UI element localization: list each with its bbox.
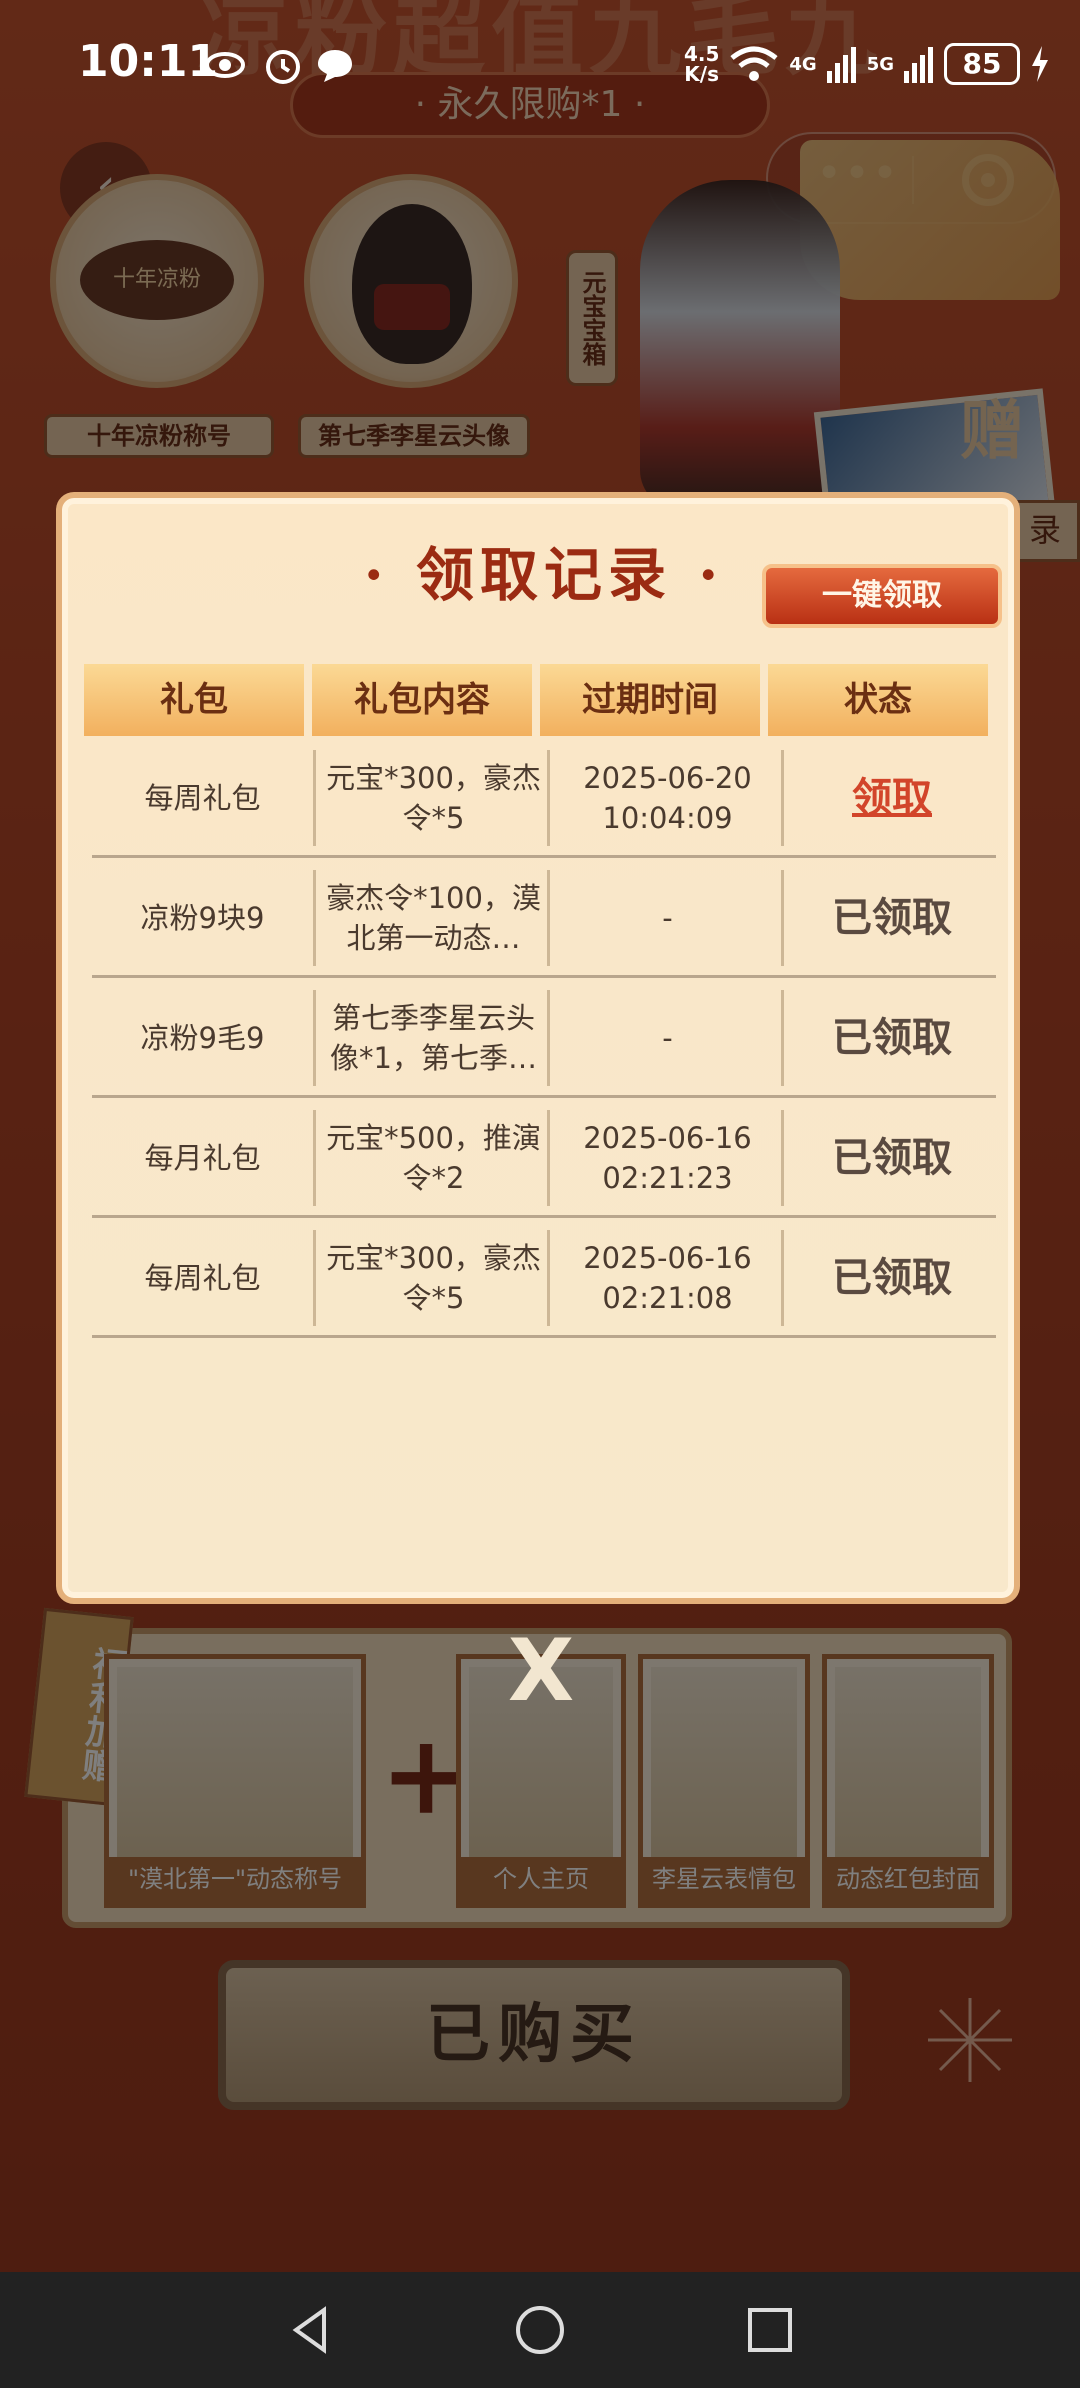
cell-package: 每周礼包 <box>92 1230 316 1326</box>
cell-status: 已领取 <box>788 990 996 1086</box>
column-header-status: 状态 <box>768 664 988 736</box>
speed-unit: K/s <box>684 62 720 86</box>
charging-icon <box>1032 46 1048 82</box>
column-header-expire: 过期时间 <box>540 664 760 736</box>
column-header-package: 礼包 <box>84 664 304 736</box>
claimed-status: 已领取 <box>832 1135 952 1181</box>
table-row: 每周礼包 元宝*300，豪杰令*5 2025-06-20 10:04:09 领取 <box>92 738 996 858</box>
cell-expire: 2025-06-20 10:04:09 <box>554 750 784 846</box>
claim-button[interactable]: 领取 <box>852 778 932 818</box>
cell-package: 每月礼包 <box>92 1110 316 1206</box>
table-row: 每周礼包 元宝*300，豪杰令*5 2025-06-16 02:21:08 已领… <box>92 1218 996 1338</box>
claim-record-modal: · 领取记录 · 一键领取 礼包 礼包内容 过期时间 状态 每周礼包 元宝*30… <box>56 492 1020 1604</box>
content-text: 元宝*300，豪杰令*5 <box>326 1241 541 1315</box>
battery-indicator: 85 <box>944 43 1020 85</box>
status-time: 10:11 <box>78 36 219 87</box>
network-speed: 4.5 K/s <box>684 44 719 84</box>
status-right-group: 4.5 K/s 4G 5G 85 <box>684 38 1050 90</box>
cell-content: 豪杰令*100，漠北第一动态… <box>320 870 550 966</box>
cell-content: 元宝*500，推演令*2 <box>320 1110 550 1206</box>
content-text: 元宝*500，推演令*2 <box>326 1121 541 1195</box>
cell-expire: - <box>554 990 784 1086</box>
cell-content: 元宝*300，豪杰令*5 <box>320 750 550 846</box>
cell-expire: - <box>554 870 784 966</box>
content-text: 元宝*300，豪杰令*5 <box>326 761 541 835</box>
expire-time: 10:04:09 <box>602 801 733 835</box>
network-type-2: 5G <box>866 53 894 75</box>
cell-package: 凉粉9块9 <box>92 870 316 966</box>
back-nav-icon[interactable] <box>282 2302 338 2358</box>
message-icon <box>318 50 352 82</box>
close-modal-button[interactable]: X <box>506 1628 576 1714</box>
content-text: 豪杰令*100，漠北第一动态… <box>326 881 541 955</box>
cell-expire: 2025-06-16 02:21:08 <box>554 1230 784 1326</box>
expire-date: 2025-06-16 <box>583 1241 752 1275</box>
expire-date: 2025-06-20 <box>583 761 752 795</box>
cell-package: 凉粉9毛9 <box>92 990 316 1086</box>
claimed-status: 已领取 <box>832 895 952 941</box>
recents-nav-icon[interactable] <box>742 2302 798 2358</box>
table-row: 每月礼包 元宝*500，推演令*2 2025-06-16 02:21:23 已领… <box>92 1098 996 1218</box>
expire-date: 2025-06-16 <box>583 1121 752 1155</box>
signal-icon <box>826 47 856 83</box>
claimed-status: 已领取 <box>832 1255 952 1301</box>
speed-value: 4.5 <box>683 42 720 66</box>
cell-status: 领取 <box>788 750 996 846</box>
wifi-icon <box>730 46 778 81</box>
cell-status: 已领取 <box>788 1230 996 1326</box>
network-type-1: 4G <box>789 53 817 75</box>
status-bar: 10:11 4.5 K/s 4G 5G 85 <box>0 0 1080 130</box>
cell-package: 每周礼包 <box>92 750 316 846</box>
table-row: 凉粉9毛9 第七季李星云头像*1，第七季… - 已领取 <box>92 978 996 1098</box>
eye-icon <box>205 52 245 78</box>
expire-time: 02:21:23 <box>602 1161 733 1195</box>
signal-icon <box>904 47 933 83</box>
expire-time: 02:21:08 <box>602 1281 733 1315</box>
cell-status: 已领取 <box>788 1110 996 1206</box>
cell-expire: 2025-06-16 02:21:23 <box>554 1110 784 1206</box>
claim-all-button[interactable]: 一键领取 <box>762 564 1002 628</box>
alarm-icon <box>266 50 300 84</box>
cell-content: 第七季李星云头像*1，第七季… <box>320 990 550 1086</box>
cell-status: 已领取 <box>788 870 996 966</box>
table-row: 凉粉9块9 豪杰令*100，漠北第一动态… - 已领取 <box>92 858 996 978</box>
system-nav-bar <box>0 2272 1080 2388</box>
cell-content: 元宝*300，豪杰令*5 <box>320 1230 550 1326</box>
claimed-status: 已领取 <box>832 1015 952 1061</box>
home-nav-icon[interactable] <box>512 2302 568 2358</box>
content-text: 第七季李星云头像*1，第七季… <box>330 1001 537 1075</box>
column-header-content: 礼包内容 <box>312 664 532 736</box>
